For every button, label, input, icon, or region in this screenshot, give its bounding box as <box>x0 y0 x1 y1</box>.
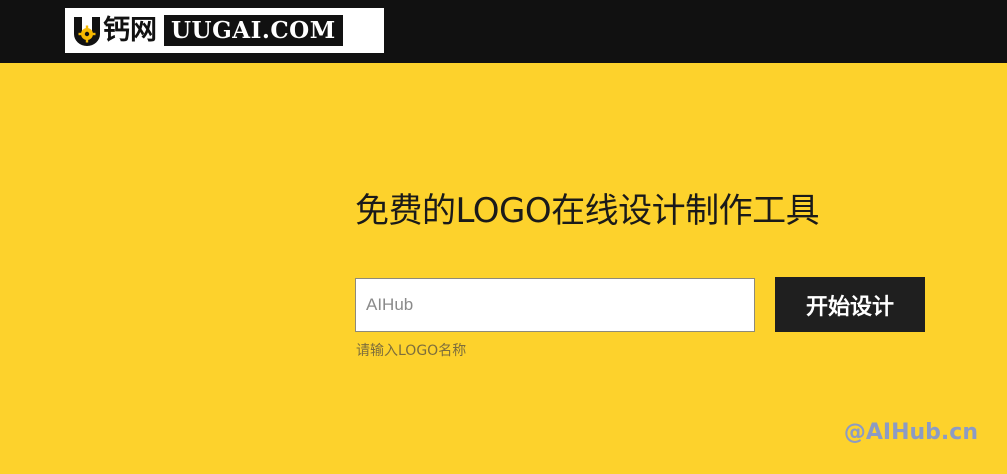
logo-name-input[interactable] <box>355 278 755 332</box>
logo-domain-box: UUGAI.COM <box>164 15 343 46</box>
start-design-button[interactable]: 开始设计 <box>775 277 925 332</box>
watermark: @AIHub.cn <box>843 420 978 445</box>
logo-domain-text: UUGAI.COM <box>171 17 336 44</box>
input-hint: 请输入LOGO名称 <box>356 343 467 359</box>
site-logo[interactable]: 钙网 UUGAI.COM <box>65 8 384 53</box>
logo-chinese-text: 钙网 <box>103 15 157 46</box>
logo-u-gear-icon <box>74 16 100 46</box>
page-headline: 免费的LOGO在线设计制作工具 <box>355 191 820 231</box>
top-bar: 钙网 UUGAI.COM <box>0 0 1007 63</box>
